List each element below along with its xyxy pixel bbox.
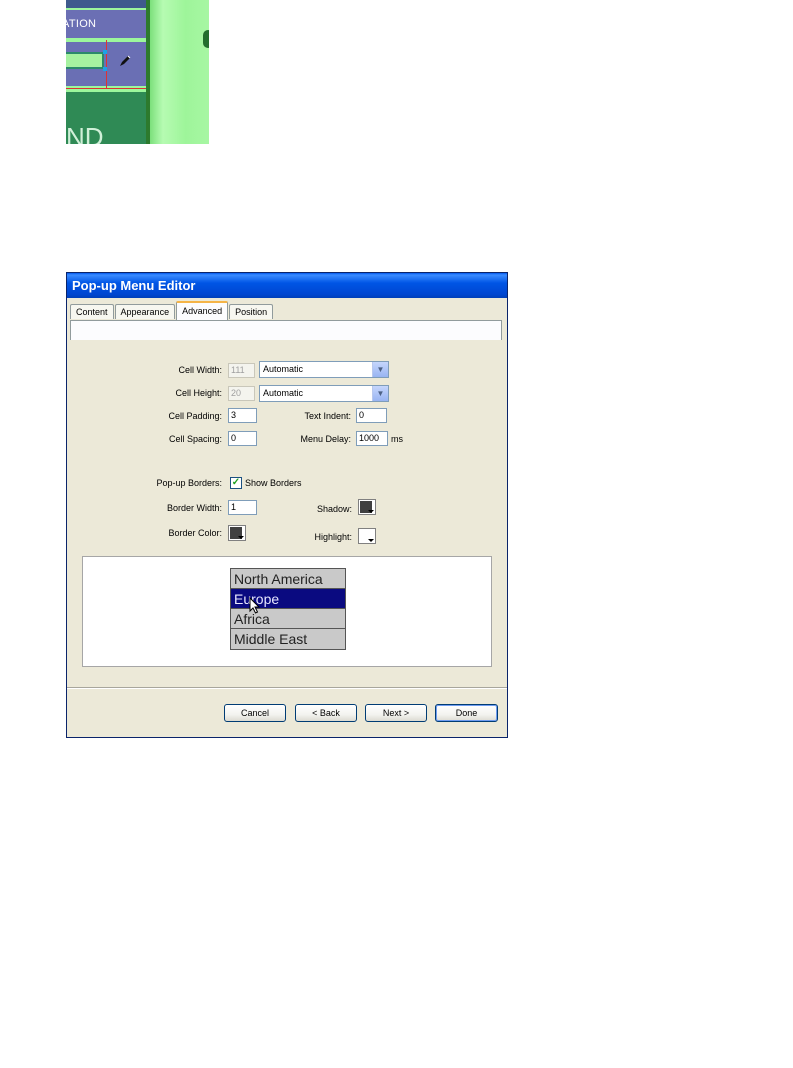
popup-borders-label: Pop-up Borders: — [156, 478, 222, 488]
dialog-title: Pop-up Menu Editor — [67, 273, 507, 298]
shadow-label: Shadow: — [316, 504, 352, 514]
crop-selection-handle — [103, 67, 107, 71]
popup-menu-editor-dialog: Pop-up Menu Editor Content Appearance Ad… — [66, 272, 508, 738]
crop-bottom-band: ND — [66, 92, 146, 144]
cell-height-select-value: Automatic — [263, 388, 304, 398]
cell-height-select[interactable]: Automatic ▼ — [259, 385, 389, 402]
shadow-color-picker[interactable] — [358, 499, 376, 515]
border-width-input[interactable]: 1 — [228, 500, 257, 515]
cell-width-select[interactable]: Automatic ▼ — [259, 361, 389, 378]
cell-height-label: Cell Height: — [175, 388, 222, 398]
background-screenshot-crop: ATION ND — [66, 0, 209, 144]
cell-spacing-label: Cell Spacing: — [168, 434, 222, 444]
cell-padding-input[interactable]: 3 — [228, 408, 257, 423]
cell-spacing-input[interactable]: 0 — [228, 431, 257, 446]
cell-width-label: Cell Width: — [178, 365, 222, 375]
dropdown-triangle-icon — [238, 536, 244, 539]
crop-top-band — [66, 0, 146, 8]
crop-green-panel — [150, 0, 209, 144]
highlight-label: Highlight: — [314, 532, 352, 542]
advanced-settings-panel: Cell Width: 111 Automatic ▼ Cell Height:… — [70, 340, 502, 680]
chevron-down-icon: ▼ — [372, 362, 388, 377]
back-button[interactable]: < Back — [295, 704, 357, 722]
text-indent-input[interactable]: 0 — [356, 408, 387, 423]
tab-strip: Content Appearance Advanced Position — [70, 301, 274, 321]
text-indent-label: Text Indent: — [304, 411, 351, 421]
menu-delay-label: Menu Delay: — [300, 434, 351, 444]
show-borders-checkbox[interactable]: ✓ — [230, 477, 242, 489]
next-button[interactable]: Next > — [365, 704, 427, 722]
menu-preview: North America Europe Africa Middle East — [82, 556, 492, 667]
preview-menu-item[interactable]: North America — [231, 569, 345, 589]
chevron-down-icon: ▼ — [372, 386, 388, 401]
menu-delay-unit: ms — [391, 434, 403, 444]
tab-position[interactable]: Position — [229, 304, 274, 319]
preview-menu-item[interactable]: Middle East — [231, 629, 345, 649]
crop-nav-text: ATION — [66, 18, 97, 30]
cell-width-input[interactable]: 111 — [228, 363, 255, 378]
cell-height-input[interactable]: 20 — [228, 386, 255, 401]
preview-popup-menu: North America Europe Africa Middle East — [230, 568, 346, 650]
crop-guide-horizontal — [66, 88, 146, 89]
dropdown-triangle-icon — [368, 510, 374, 513]
cancel-button[interactable]: Cancel — [224, 704, 286, 722]
border-color-label: Border Color: — [168, 528, 222, 538]
cell-width-select-value: Automatic — [263, 364, 304, 374]
footer-separator — [67, 687, 507, 688]
crop-bottom-text: ND — [66, 122, 104, 144]
show-borders-label: Show Borders — [245, 478, 302, 488]
checkmark-icon: ✓ — [231, 477, 241, 488]
cell-padding-label: Cell Padding: — [168, 411, 222, 421]
tab-page-header — [70, 320, 502, 340]
done-button[interactable]: Done — [435, 704, 498, 722]
dropdown-triangle-icon — [368, 539, 374, 542]
border-width-label: Border Width: — [166, 503, 222, 513]
crop-selection-handle — [103, 50, 107, 54]
tab-content[interactable]: Content — [70, 304, 114, 319]
mouse-cursor-icon — [249, 597, 261, 614]
border-color-picker[interactable] — [228, 525, 246, 541]
pen-icon — [118, 54, 132, 68]
menu-delay-input[interactable]: 1000 — [356, 431, 388, 446]
crop-knob — [203, 30, 209, 48]
crop-nav-bar: ATION — [66, 10, 146, 38]
tab-appearance[interactable]: Appearance — [114, 304, 176, 319]
tab-advanced[interactable]: Advanced — [176, 301, 229, 321]
crop-selected-field — [66, 52, 104, 69]
highlight-color-picker[interactable] — [358, 528, 376, 544]
crop-guide-vertical — [106, 40, 107, 88]
